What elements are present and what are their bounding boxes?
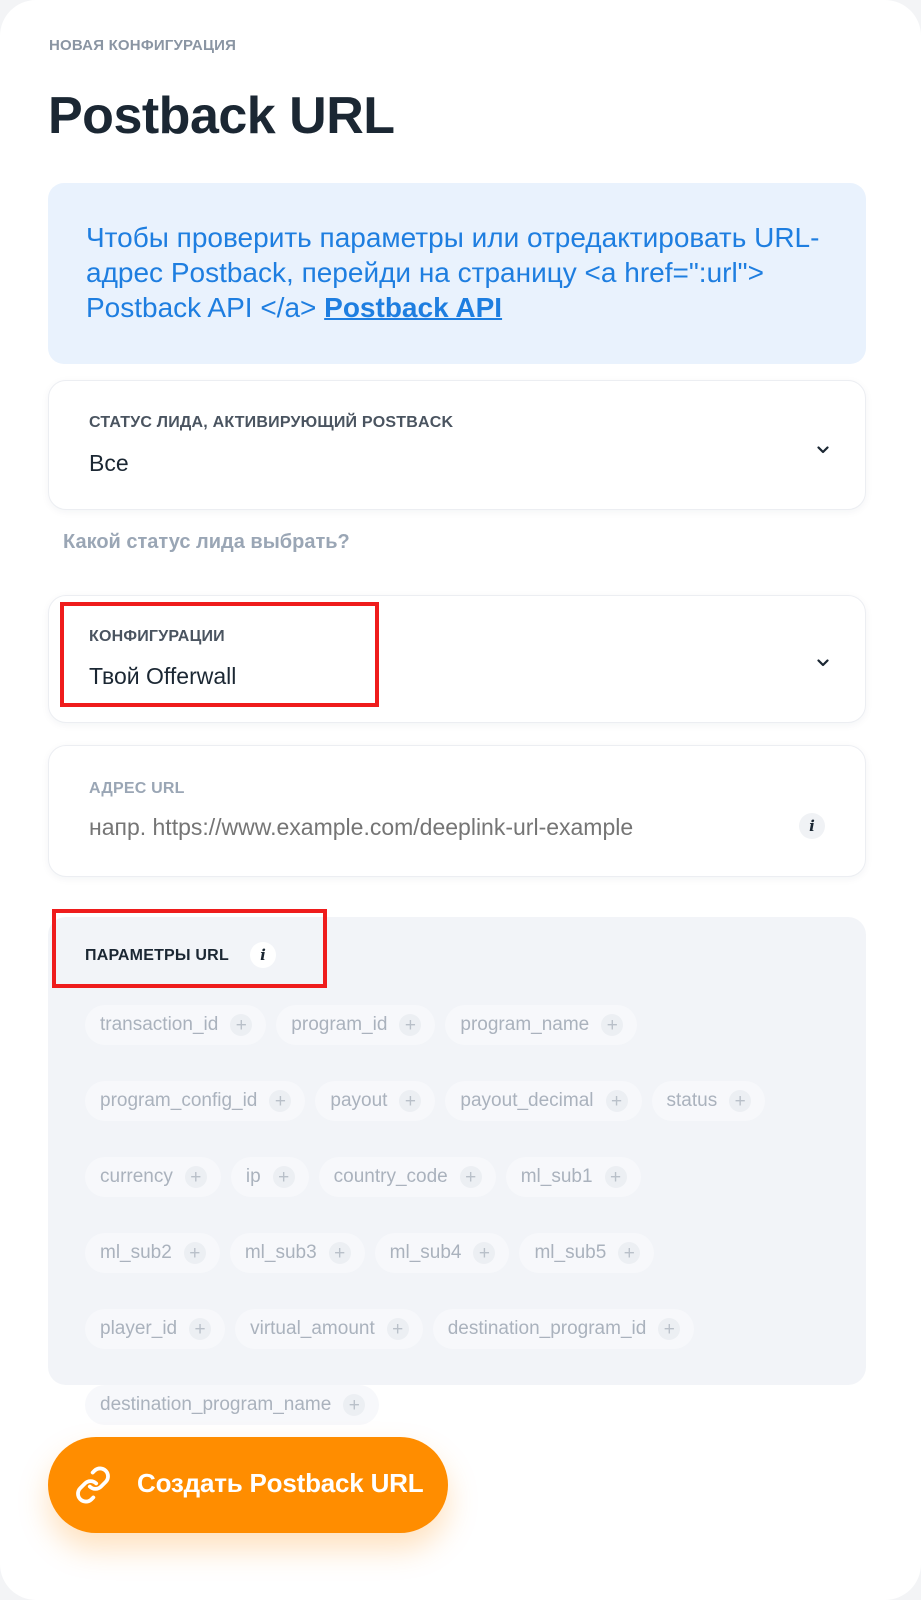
parameter-chip[interactable]: ml_sub3 + xyxy=(229,1233,365,1273)
plus-icon: + xyxy=(658,1318,681,1340)
configuration-select[interactable]: КОНФИГУРАЦИИ Твой Offerwall xyxy=(48,595,866,723)
info-icon[interactable]: i xyxy=(799,813,825,839)
parameter-chip[interactable]: payout_decimal + xyxy=(445,1081,642,1121)
link-icon xyxy=(74,1466,112,1504)
parameter-chips: transaction_id + program_id + program_name… xyxy=(85,1005,845,1425)
url-parameters-panel: ПАРАМЕТРЫ URL i transaction_id + program_… xyxy=(48,917,866,1425)
url-label: АДРЕС URL xyxy=(89,780,185,797)
info-icon[interactable]: i xyxy=(250,942,276,968)
parameter-chip-label: player_id xyxy=(100,1318,178,1339)
plus-icon: + xyxy=(399,1014,422,1036)
parameter-chip[interactable]: program_config_id + xyxy=(85,1081,306,1121)
plus-icon: + xyxy=(343,1394,366,1416)
parameter-chip[interactable]: status + xyxy=(651,1081,766,1121)
parameter-chip-label: payout xyxy=(330,1090,388,1111)
plus-icon: + xyxy=(230,1014,253,1036)
plus-icon: + xyxy=(269,1090,292,1112)
parameter-chip-label: program_id xyxy=(291,1014,388,1035)
parameter-chip-label: ml_sub5 xyxy=(534,1242,607,1263)
plus-icon: + xyxy=(189,1318,212,1340)
plus-icon: + xyxy=(272,1166,295,1188)
plus-icon: + xyxy=(601,1014,624,1036)
create-postback-url-button[interactable]: Создать Postback URL xyxy=(48,1437,448,1533)
configuration-label: КОНФИГУРАЦИИ xyxy=(89,628,225,645)
parameter-chip-label: country_code xyxy=(333,1166,448,1187)
page-eyebrow: НОВАЯ КОНФИГУРАЦИЯ xyxy=(49,37,237,54)
lead-status-label: СТАТУС ЛИДА, АКТИВИРУЮЩИЙ POSTBACK xyxy=(89,414,454,431)
parameter-chip-label: program_config_id xyxy=(100,1090,258,1111)
parameter-chip[interactable]: program_name + xyxy=(445,1005,638,1045)
parameter-chip[interactable]: player_id + xyxy=(85,1309,226,1349)
parameter-chip[interactable]: country_code + xyxy=(318,1157,496,1197)
lead-status-help-link[interactable]: Какой статус лида выбрать? xyxy=(63,531,350,554)
parameter-chip[interactable]: ml_sub2 + xyxy=(85,1233,220,1273)
parameter-chip-label: currency xyxy=(100,1166,173,1187)
lead-status-value: Все xyxy=(89,450,129,476)
plus-icon: + xyxy=(459,1166,482,1188)
parameter-chip-label: ml_sub3 xyxy=(244,1242,317,1263)
parameter-chip-label: ip xyxy=(245,1166,261,1187)
parameter-chip-label: ml_sub4 xyxy=(389,1242,462,1263)
parameter-chip[interactable]: destination_program_id + xyxy=(432,1309,695,1349)
plus-icon: + xyxy=(605,1090,628,1112)
plus-icon: + xyxy=(328,1242,351,1264)
parameter-chip[interactable]: payout + xyxy=(315,1081,436,1121)
parameter-chip-label: payout_decimal xyxy=(460,1090,594,1111)
plus-icon: + xyxy=(386,1318,409,1340)
parameter-chip-label: ml_sub1 xyxy=(520,1166,593,1187)
postback-api-link[interactable]: Postback API xyxy=(324,292,502,323)
url-parameters-title: ПАРАМЕТРЫ URL xyxy=(85,947,229,964)
plus-icon: + xyxy=(618,1242,641,1264)
parameter-chip-label: destination_program_name xyxy=(100,1394,332,1415)
plus-icon: + xyxy=(604,1166,627,1188)
parameter-chip-label: virtual_amount xyxy=(250,1318,375,1339)
parameter-chip[interactable]: ml_sub5 + xyxy=(519,1233,655,1273)
parameter-chip[interactable]: destination_program_name + xyxy=(85,1385,380,1425)
configuration-value: Твой Offerwall xyxy=(89,663,237,689)
info-banner: Чтобы проверить параметры или отредактир… xyxy=(48,183,866,364)
page-title: Postback URL xyxy=(48,87,395,145)
plus-icon: + xyxy=(729,1090,752,1112)
chevron-down-icon xyxy=(817,657,829,669)
parameter-chip[interactable]: ml_sub1 + xyxy=(505,1157,641,1197)
plus-icon: + xyxy=(183,1242,206,1264)
parameter-chip[interactable]: currency + xyxy=(85,1157,221,1197)
parameter-chip[interactable]: ip + xyxy=(230,1157,309,1197)
url-field[interactable]: АДРЕС URL i xyxy=(48,745,866,877)
plus-icon: + xyxy=(399,1090,422,1112)
parameter-chip[interactable]: program_id + xyxy=(276,1005,436,1045)
chevron-down-icon xyxy=(817,444,829,456)
parameter-chip-label: destination_program_id xyxy=(447,1318,647,1339)
lead-status-select[interactable]: СТАТУС ЛИДА, АКТИВИРУЮЩИЙ POSTBACK Все xyxy=(48,380,866,510)
parameter-chip[interactable]: transaction_id + xyxy=(85,1005,267,1045)
parameter-chip-label: status xyxy=(666,1090,718,1111)
parameter-chip[interactable]: ml_sub4 + xyxy=(374,1233,510,1273)
plus-icon: + xyxy=(473,1242,496,1264)
parameter-chip-label: program_name xyxy=(460,1014,590,1035)
plus-icon: + xyxy=(184,1166,207,1188)
parameter-chip-label: ml_sub2 xyxy=(100,1242,172,1263)
parameter-chip[interactable]: virtual_amount + xyxy=(235,1309,423,1349)
url-input[interactable] xyxy=(89,809,769,845)
postback-config-card: НОВАЯ КОНФИГУРАЦИЯ Postback URL Чтобы пр… xyxy=(0,0,921,1600)
create-postback-url-label: Создать Postback URL xyxy=(137,1468,424,1498)
parameter-chip-label: transaction_id xyxy=(100,1014,219,1035)
